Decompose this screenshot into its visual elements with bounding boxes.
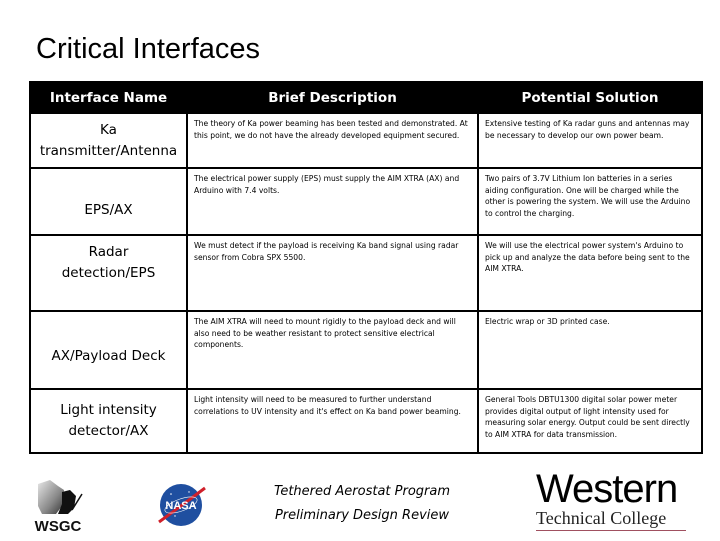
interface-name-cell: EPS/AX [29, 167, 188, 236]
footer-review-name: Preliminary Design Review [274, 508, 450, 523]
solution-cell: General Tools DBTU1300 digital solar pow… [477, 388, 703, 454]
description-cell: We must detect if the payload is receivi… [186, 234, 479, 312]
nasa-logo: NASA [153, 480, 209, 530]
header-brief-description: Brief Description [186, 81, 479, 114]
table-row: AX/Payload Deck The AIM XTRA will need t… [29, 310, 703, 390]
nasa-meatball-icon: NASA [158, 484, 206, 526]
interface-name-text: EPS/AX [84, 202, 133, 219]
solution-cell: Electric wrap or 3D printed case. [477, 310, 703, 390]
solution-cell: Extensive testing of Ka radar guns and a… [477, 112, 703, 169]
nasa-logo-text: NASA [165, 500, 196, 512]
footer-caption: Tethered Aerostat Program Preliminary De… [262, 480, 462, 528]
description-cell: Light intensity will need to be measured… [186, 388, 479, 454]
solution-cell: We will use the electrical power system'… [477, 234, 703, 312]
wtc-logo-western: Western [536, 467, 678, 511]
slide-title: Critical Interfaces [36, 33, 261, 65]
description-cell: The electrical power supply (EPS) must s… [186, 167, 479, 236]
wtc-logo-rule [536, 530, 686, 531]
table-row: Light intensity detector/AX Light intens… [29, 388, 703, 454]
solution-cell: Two pairs of 3.7V Lithium Ion batteries … [477, 167, 703, 236]
interface-name-cell: AX/Payload Deck [29, 310, 188, 390]
wsgc-logo-text: WSGC [35, 518, 82, 535]
header-interface-name: Interface Name [29, 81, 188, 114]
interface-name-text: AX/Payload Deck [51, 347, 166, 364]
critical-interfaces-table: Interface Name Brief Description Potenti… [29, 81, 703, 454]
wtc-logo-subtitle: Technical College [536, 508, 667, 528]
interface-name-cell: Radar detection/EPS [29, 234, 188, 312]
table-row: Radar detection/EPS We must detect if th… [29, 234, 703, 312]
interface-name-text: Light intensity detector/AX [60, 402, 157, 439]
wisconsin-map-icon: WSGC [35, 480, 83, 535]
interface-name-cell: Light intensity detector/AX [29, 388, 188, 454]
wsgc-logo: WSGC [28, 476, 88, 536]
interface-name-cell: Ka transmitter/Antenna [29, 112, 188, 169]
table-row: EPS/AX The electrical power supply (EPS)… [29, 167, 703, 236]
header-potential-solution: Potential Solution [477, 81, 703, 114]
table-header-row: Interface Name Brief Description Potenti… [29, 81, 703, 114]
western-technical-college-logo: Western Technical College [536, 467, 692, 531]
footer-program-name: Tethered Aerostat Program [273, 484, 450, 499]
table-row: Ka transmitter/Antenna The theory of Ka … [29, 112, 703, 169]
interface-name-text: Radar detection/EPS [61, 244, 156, 281]
description-cell: The theory of Ka power beaming has been … [186, 112, 479, 169]
description-cell: The AIM XTRA will need to mount rigidly … [186, 310, 479, 390]
